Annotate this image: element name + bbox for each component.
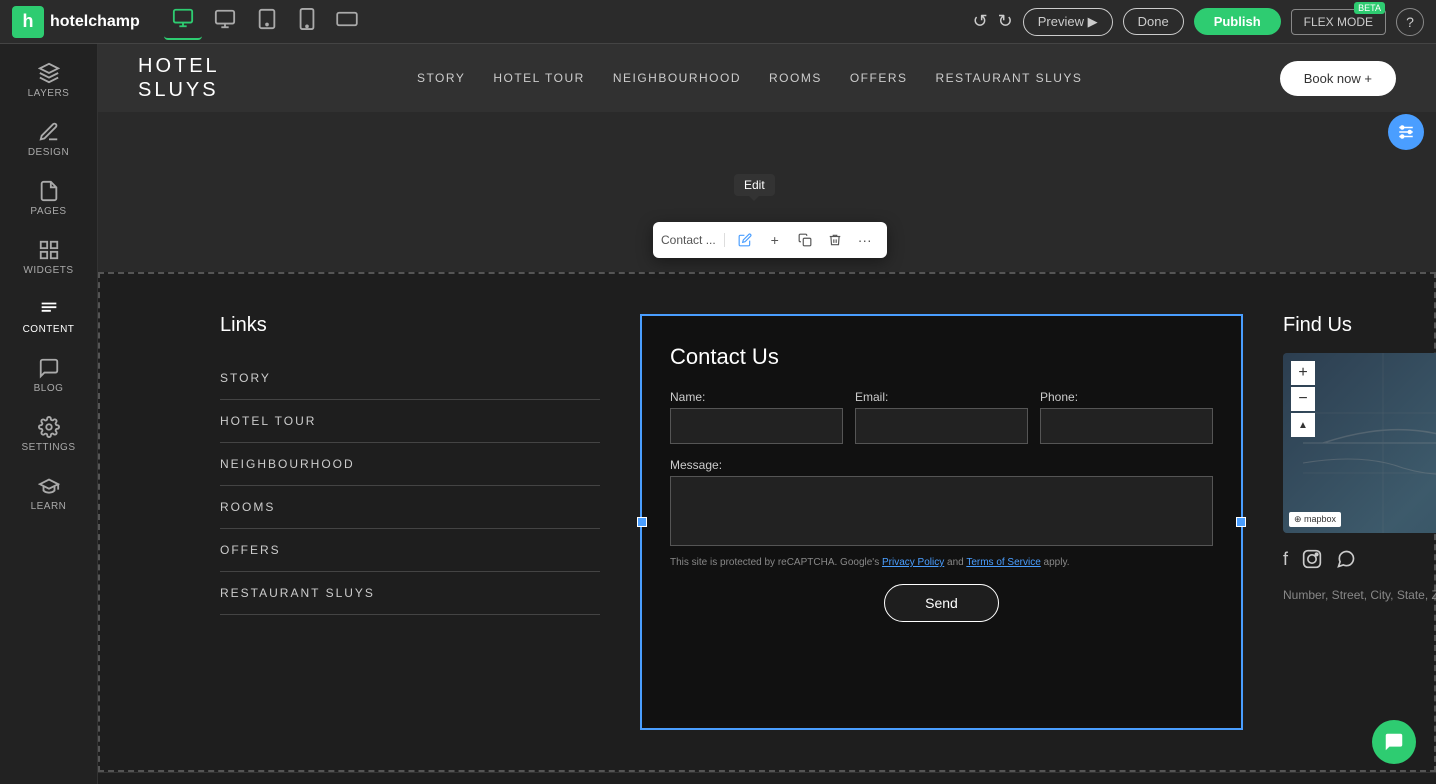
toolbar-edit-button[interactable] xyxy=(731,226,759,254)
links-column: Links STORY HOTEL TOUR NEIGHBOURHOOD ROO… xyxy=(220,314,600,730)
phone-field-group: Phone: xyxy=(1040,390,1213,444)
map-zoom-in[interactable]: + xyxy=(1291,361,1315,385)
help-button[interactable]: ? xyxy=(1396,8,1424,36)
email-label: Email: xyxy=(855,390,1028,404)
logo-text: hotelchamp xyxy=(50,13,140,31)
map-reset[interactable]: ▲ xyxy=(1291,413,1315,437)
main-layout: LAYERS DESIGN PAGES WIDGETS CONTENT BLOG… xyxy=(0,44,1436,784)
mapbox-logo: ⊕ mapbox xyxy=(1289,512,1341,527)
find-us-column: Find Us xyxy=(1283,314,1436,730)
logo: h hotelchamp xyxy=(12,6,140,38)
nav-hotel-tour[interactable]: HOTEL TOUR xyxy=(493,71,584,85)
list-item[interactable]: NEIGHBOURHOOD xyxy=(220,443,600,486)
form-row-top: Name: Email: Phone: xyxy=(670,390,1213,444)
contact-info-bar: Phone: +31 (0) 6 4223443 Email: receptio… xyxy=(98,772,1436,784)
sidebar-item-settings[interactable]: SETTINGS xyxy=(0,406,97,463)
message-field-group: Message: xyxy=(670,458,1213,546)
list-item[interactable]: ROOMS xyxy=(220,486,600,529)
instagram-icon[interactable] xyxy=(1302,549,1322,574)
name-label: Name: xyxy=(670,390,843,404)
beta-badge: BETA xyxy=(1354,2,1385,14)
terms-link[interactable]: Terms of Service xyxy=(966,557,1040,568)
phone-label: Phone: xyxy=(1040,390,1213,404)
nav-restaurant[interactable]: RESTAURANT SLUYS xyxy=(936,71,1083,85)
resize-handle-left[interactable] xyxy=(637,517,647,527)
sidebar-item-blog[interactable]: BLOG xyxy=(0,347,97,404)
toolbar-delete-button[interactable] xyxy=(821,226,849,254)
toolbar-copy-button[interactable] xyxy=(791,226,819,254)
address-text: Number, Street, City, State, Zip Code xyxy=(1283,588,1436,602)
toolbar-popup: Contact ... + ··· xyxy=(653,222,887,258)
nav-neighbourhood[interactable]: NEIGHBOURHOOD xyxy=(613,71,741,85)
sidebar: LAYERS DESIGN PAGES WIDGETS CONTENT BLOG… xyxy=(0,44,98,784)
privacy-policy-link[interactable]: Privacy Policy xyxy=(882,557,944,568)
map-controls: + − ▲ xyxy=(1291,361,1315,437)
topbar: h hotelchamp ↺ ↻ Preview ▶ Done Publish … xyxy=(0,0,1436,44)
footer-section: Links STORY HOTEL TOUR NEIGHBOURHOOD ROO… xyxy=(98,272,1436,772)
whatsapp-icon[interactable] xyxy=(1336,549,1356,574)
toolbar-more-button[interactable]: ··· xyxy=(851,226,879,254)
sidebar-item-design[interactable]: DESIGN xyxy=(0,111,97,168)
list-item[interactable]: STORY xyxy=(220,357,600,400)
phone-input[interactable] xyxy=(1040,408,1213,444)
list-item[interactable]: RESTAURANT SLUYS xyxy=(220,572,600,615)
email-input[interactable] xyxy=(855,408,1028,444)
map-container[interactable]: Amsterdam + − ▲ ⊕ mapbox xyxy=(1283,353,1436,533)
email-field-group: Email: xyxy=(855,390,1028,444)
links-list: STORY HOTEL TOUR NEIGHBOURHOOD ROOMS OFF… xyxy=(220,357,600,615)
undo-button[interactable]: ↺ xyxy=(973,11,988,32)
redo-button[interactable]: ↻ xyxy=(998,11,1013,32)
nav-rooms[interactable]: ROOMS xyxy=(769,71,822,85)
name-input[interactable] xyxy=(670,408,843,444)
canvas-area: HOTEL SLUYS STORY HOTEL TOUR NEIGHBOURHO… xyxy=(98,44,1436,784)
topbar-actions: ↺ ↻ Preview ▶ Done Publish BETA FLEX MOD… xyxy=(973,8,1424,36)
device-tv[interactable] xyxy=(164,3,202,40)
sidebar-item-learn[interactable]: LEARN xyxy=(0,465,97,522)
sidebar-item-layers[interactable]: LAYERS xyxy=(0,52,97,109)
device-landscape[interactable] xyxy=(328,7,366,36)
device-mobile[interactable] xyxy=(290,4,324,39)
recaptcha-text: This site is protected by reCAPTCHA. Goo… xyxy=(670,556,1213,570)
device-desktop[interactable] xyxy=(206,4,244,39)
contact-title: Contact Us xyxy=(670,344,1213,370)
nav-offers[interactable]: OFFERS xyxy=(850,71,908,85)
sidebar-item-content[interactable]: CONTENT xyxy=(0,288,97,345)
list-item[interactable]: HOTEL TOUR xyxy=(220,400,600,443)
toolbar-section-label[interactable]: Contact ... xyxy=(661,233,725,247)
message-textarea[interactable] xyxy=(670,476,1213,546)
done-button[interactable]: Done xyxy=(1123,8,1184,35)
sidebar-item-pages[interactable]: PAGES xyxy=(0,170,97,227)
send-button[interactable]: Send xyxy=(884,584,999,622)
social-icons: f xyxy=(1283,549,1436,574)
hotel-header: HOTEL SLUYS STORY HOTEL TOUR NEIGHBOURHO… xyxy=(98,44,1436,112)
contact-form-section: Contact Us Name: Email: Phone: xyxy=(640,314,1243,730)
find-us-title: Find Us xyxy=(1283,314,1436,337)
hotel-logo: HOTEL SLUYS xyxy=(138,54,220,102)
message-label: Message: xyxy=(670,458,1213,472)
logo-box: h xyxy=(12,6,44,38)
book-now-button[interactable]: Book now + xyxy=(1280,61,1396,96)
map-zoom-out[interactable]: − xyxy=(1291,387,1315,411)
device-switcher xyxy=(164,3,366,40)
list-item[interactable]: OFFERS xyxy=(220,529,600,572)
map-background: Amsterdam + − ▲ ⊕ mapbox xyxy=(1283,353,1436,533)
toolbar-add-button[interactable]: + xyxy=(761,226,789,254)
resize-handle-right[interactable] xyxy=(1236,517,1246,527)
settings-panel-icon[interactable] xyxy=(1388,114,1424,150)
device-tablet[interactable] xyxy=(248,4,286,39)
links-title: Links xyxy=(220,314,600,337)
hotel-page: HOTEL SLUYS STORY HOTEL TOUR NEIGHBOURHO… xyxy=(98,44,1436,784)
preview-button[interactable]: Preview ▶ xyxy=(1023,8,1113,36)
chat-button[interactable] xyxy=(1372,720,1416,764)
nav-story[interactable]: STORY xyxy=(417,71,465,85)
publish-button[interactable]: Publish xyxy=(1194,8,1281,35)
edit-tooltip: Edit xyxy=(734,174,775,196)
flex-mode-button[interactable]: BETA FLEX MODE xyxy=(1291,9,1386,35)
facebook-icon[interactable]: f xyxy=(1283,549,1288,574)
hotel-nav: STORY HOTEL TOUR NEIGHBOURHOOD ROOMS OFF… xyxy=(417,71,1083,85)
sidebar-item-widgets[interactable]: WIDGETS xyxy=(0,229,97,286)
name-field-group: Name: xyxy=(670,390,843,444)
